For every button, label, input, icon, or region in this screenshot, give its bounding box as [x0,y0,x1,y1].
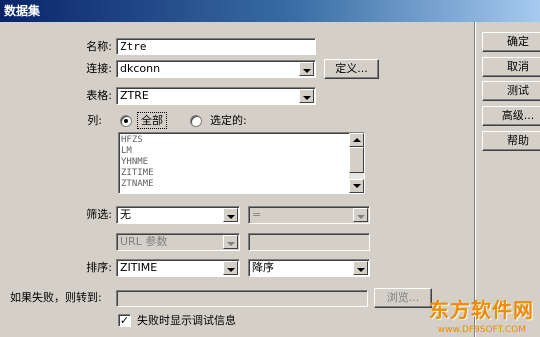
columns-listbox[interactable]: HFZS LM YHNME ZITIME ZTNAME [118,132,365,194]
cancel-button[interactable]: 取消 [482,57,540,77]
define-button[interactable]: 定义... [324,59,379,79]
filter-value-input[interactable] [248,233,370,251]
columns-selected-label[interactable]: 选定的: [210,112,247,130]
watermark-logo: 东方软件网 [429,298,534,322]
scroll-up-icon[interactable] [349,133,364,147]
chevron-down-icon[interactable] [223,235,238,249]
sort-field-value: ZITIME [120,261,158,274]
list-item[interactable]: LM [119,146,364,157]
test-button[interactable]: 测试 [482,81,540,101]
connection-select-value: dkconn [120,62,161,75]
name-input-value: Ztre [120,40,147,53]
columns-selected-radio[interactable] [190,115,202,127]
sort-order-select[interactable]: 降序 [248,259,370,277]
scrollbar-thumb[interactable] [349,147,364,173]
columns-scrollbar[interactable] [349,133,364,193]
list-item[interactable]: ZTNAME [119,179,364,190]
ok-button[interactable]: 确定 [482,32,540,52]
chevron-down-icon[interactable] [353,261,368,275]
filter-param-select[interactable]: URL 参数 [116,233,240,251]
window-title: 数据集 [4,4,41,18]
chevron-down-icon[interactable] [299,89,314,103]
columns-all-radio[interactable] [120,115,132,127]
list-item[interactable]: HFZS [119,135,364,146]
advanced-button[interactable]: 高级... [482,106,540,126]
name-input[interactable]: Ztre [116,38,316,55]
list-item[interactable]: ZITIME [119,168,364,179]
scroll-down-icon[interactable] [349,179,364,193]
table-select[interactable]: ZTRE [116,87,316,105]
table-label: 表格: [86,89,112,102]
title-bar: 数据集 [0,0,540,22]
browse-button[interactable]: 浏览... [374,288,432,308]
sort-order-value: 降序 [252,261,274,274]
connection-label: 连接: [86,62,112,75]
watermark-url: www.DF9SOFT.COM [437,325,526,335]
filter-label: 筛选: [86,208,112,221]
on-fail-label: 如果失败，则转到: [10,291,102,304]
name-label: 名称: [86,40,112,53]
sort-label: 排序: [86,261,112,274]
filter-select[interactable]: 无 [116,206,240,224]
table-select-value: ZTRE [120,89,149,102]
debug-checkbox-label[interactable]: 失败时显示调试信息 [137,312,236,330]
columns-all-label[interactable]: 全部 [137,112,167,129]
list-item[interactable]: YHNME [119,157,364,168]
columns-list: HFZS LM YHNME ZITIME ZTNAME [119,133,364,190]
filter-operator-value: = [252,208,262,221]
filter-param-value: URL 参数 [120,235,168,248]
on-fail-input[interactable] [116,290,368,307]
filter-select-value: 无 [120,208,131,221]
help-button[interactable]: 帮助 [482,131,540,151]
debug-checkbox[interactable]: ✓ [118,314,131,327]
chevron-down-icon[interactable] [223,261,238,275]
chevron-down-icon[interactable] [299,62,314,76]
chevron-down-icon[interactable] [223,208,238,222]
chevron-down-icon[interactable] [353,208,368,222]
columns-label: 列: [87,114,102,127]
sort-field-select[interactable]: ZITIME [116,259,240,277]
vertical-separator [474,22,476,337]
connection-select[interactable]: dkconn [116,60,316,78]
filter-operator-select[interactable]: = [248,206,370,224]
